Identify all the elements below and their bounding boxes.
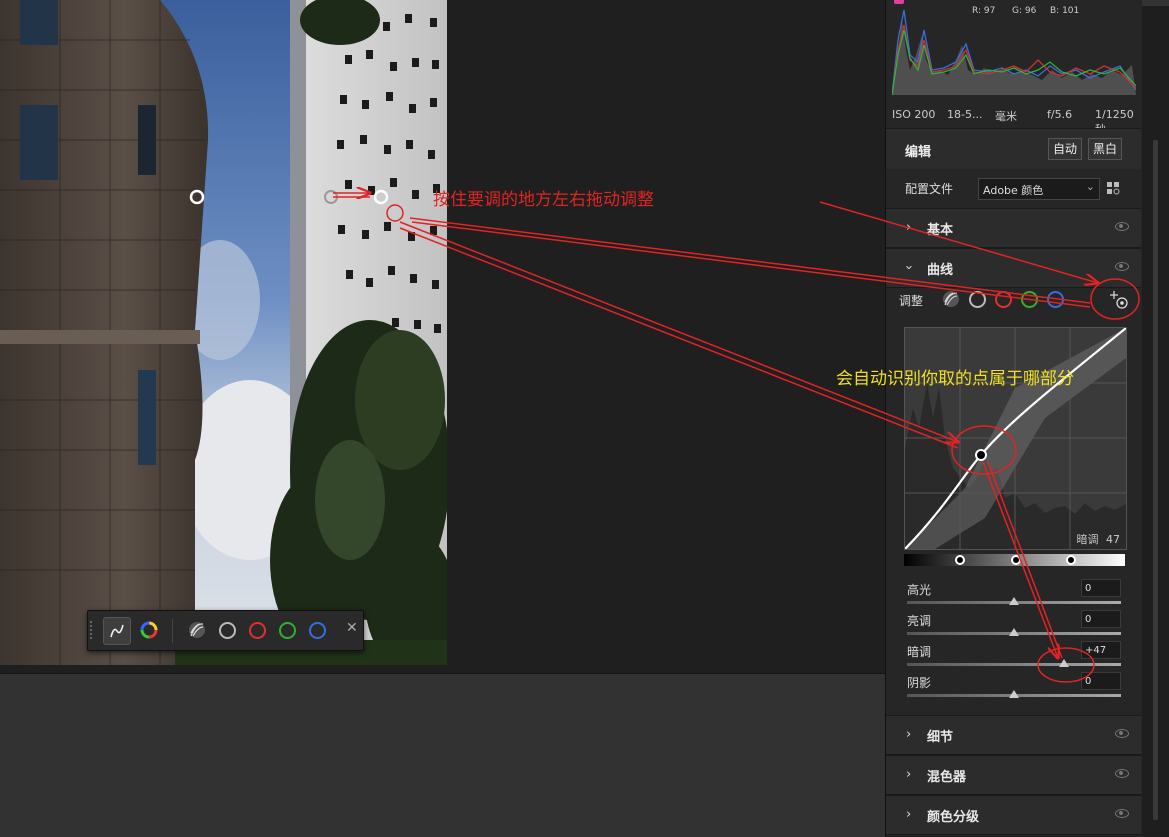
slider-darks-value[interactable]: +47 [1081, 641, 1121, 659]
split-handle-highlights[interactable] [1066, 555, 1076, 565]
targeted-adjustment-toolbar: ✕ [87, 610, 364, 651]
eye-icon[interactable] [1115, 729, 1129, 738]
canvas-background [447, 0, 885, 665]
color-wheel-icon [140, 621, 158, 639]
section-curve[interactable]: › 曲线 [886, 248, 1141, 288]
parametric-curve-icon [189, 622, 205, 638]
point-curve-red-button[interactable] [244, 617, 270, 643]
slider-shadows-value[interactable]: 0 [1081, 672, 1121, 690]
exif-lens: 18-5... [947, 108, 983, 121]
histogram-blue-readout: B: 101 [1050, 6, 1080, 16]
split-handle-midtones[interactable] [1011, 555, 1021, 565]
point-curve-white-icon[interactable] [969, 291, 986, 308]
scrollbar-top [1142, 0, 1169, 6]
photo-canvas[interactable] [0, 0, 447, 665]
point-curve-blue-button[interactable] [304, 617, 330, 643]
annotation-drag-hint: 按住要调的地方左右拖动调整 [433, 190, 654, 210]
slider-shadows-track[interactable] [907, 690, 1121, 698]
eye-icon[interactable] [1115, 262, 1129, 271]
histogram: R: 97 G: 96 B: 101 [891, 0, 1137, 100]
split-handle-shadows[interactable] [955, 555, 965, 565]
slider-shadows-thumb[interactable] [1009, 690, 1019, 698]
curve-region-label: 暗调 [1076, 533, 1099, 546]
profile-select[interactable]: Adobe 颜色 ⌄ [978, 178, 1100, 200]
green-channel-icon [279, 622, 296, 639]
section-detail-title: 细节 [927, 730, 954, 745]
toolbar-divider [172, 619, 173, 643]
chevron-right-icon: › [906, 727, 912, 742]
chevron-down-icon: › [901, 264, 917, 271]
parametric-curve-button[interactable] [184, 617, 210, 643]
annotation-auto-detect: 会自动识别你取的点属于哪部分 [836, 369, 1074, 389]
red-channel-icon [249, 622, 266, 639]
profile-label: 配置文件 [905, 182, 954, 196]
close-icon[interactable]: ✕ [346, 620, 358, 636]
tone-curve [905, 328, 1126, 549]
point-curve-red-icon[interactable] [995, 291, 1012, 308]
black-white-button[interactable]: 黑白 [1088, 138, 1122, 160]
parametric-curve-icon[interactable] [942, 290, 960, 308]
slider-highlights-value[interactable]: 0 [1081, 579, 1121, 597]
edit-header: 编辑 自动 黑白 [886, 128, 1141, 169]
slider-darks-track[interactable] [907, 659, 1121, 667]
curve-tool-button[interactable] [103, 617, 131, 645]
eye-icon[interactable] [1115, 769, 1129, 778]
slider-highlights-track[interactable] [907, 597, 1121, 605]
eye-icon[interactable] [1115, 222, 1129, 231]
region-split-bar[interactable] [904, 554, 1125, 566]
exif-aperture: f/5.6 [1047, 108, 1073, 121]
slider-lights-track[interactable] [907, 628, 1121, 636]
eye-icon[interactable] [1115, 809, 1129, 818]
point-curve-green-button[interactable] [274, 617, 300, 643]
point-curve-white-button[interactable] [214, 617, 240, 643]
panel-scrollbar[interactable] [1142, 0, 1169, 836]
targeted-adjustment-icon[interactable] [1109, 290, 1129, 310]
photo-image [0, 0, 447, 665]
slider-lights-label: 亮调 [907, 614, 932, 628]
chevron-right-icon: › [906, 807, 912, 822]
drag-handle[interactable] [90, 621, 95, 639]
chevron-down-icon: ⌄ [1085, 180, 1095, 193]
slider-highlights-thumb[interactable] [1009, 597, 1019, 605]
color-mixer-tool-button[interactable] [136, 617, 162, 643]
curve-adjust-label: 调整 [899, 294, 924, 308]
edit-panel: R: 97 G: 96 B: 101 ISO 200 18-5... 毫米 f/… [885, 0, 1143, 836]
scrollbar-thumb[interactable] [1153, 140, 1158, 820]
section-color-grading[interactable]: › 颜色分级 [886, 795, 1141, 835]
profile-value: Adobe 颜色 [983, 184, 1044, 197]
curve-icon [110, 624, 124, 638]
section-mixer[interactable]: › 混色器 [886, 755, 1141, 795]
section-color-grading-title: 颜色分级 [927, 810, 980, 825]
slider-lights-value[interactable]: 0 [1081, 610, 1121, 628]
section-basic[interactable]: › 基本 [886, 208, 1141, 248]
slider-highlights-label: 高光 [907, 583, 932, 597]
curve-region-value: 47 [1106, 533, 1120, 546]
profile-browser-icon[interactable] [1106, 181, 1121, 196]
section-mixer-title: 混色器 [927, 770, 967, 785]
section-detail[interactable]: › 细节 [886, 715, 1141, 755]
histogram-red-readout: R: 97 [972, 6, 996, 16]
exif-unit: 毫米 [995, 110, 1017, 123]
auto-button[interactable]: 自动 [1048, 138, 1082, 160]
section-basic-title: 基本 [927, 223, 954, 238]
slider-darks-thumb[interactable] [1059, 659, 1070, 667]
white-channel-icon [219, 622, 236, 639]
filmstrip-area [0, 673, 885, 837]
section-curve-title: 曲线 [927, 263, 954, 278]
clipping-indicator-icon[interactable] [894, 0, 904, 4]
curve-region-readout: 暗调 47 [1077, 531, 1121, 547]
histogram-green-readout: G: 96 [1012, 6, 1037, 16]
edit-title: 编辑 [905, 145, 932, 160]
slider-shadows-label: 阴影 [907, 676, 932, 690]
exif-iso: ISO 200 [892, 108, 936, 121]
slider-lights-thumb[interactable] [1009, 628, 1019, 636]
point-curve-blue-icon[interactable] [1047, 291, 1064, 308]
slider-darks-label: 暗调 [907, 645, 932, 659]
chevron-right-icon: › [906, 220, 912, 235]
blue-channel-icon [309, 622, 326, 639]
tone-curve-graph[interactable]: 暗调 47 [904, 327, 1127, 550]
chevron-right-icon: › [906, 767, 912, 782]
point-curve-green-icon[interactable] [1021, 291, 1038, 308]
